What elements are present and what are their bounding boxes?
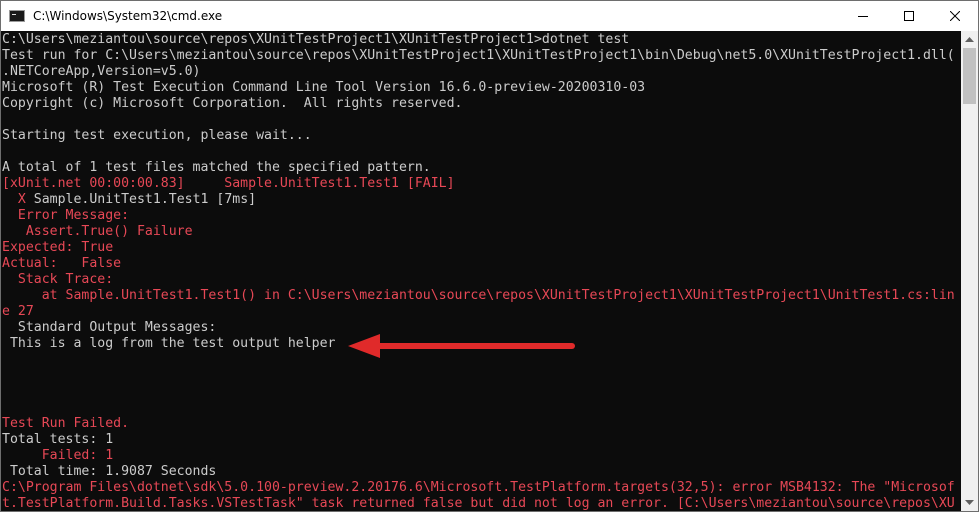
- console-line: Actual: False: [2, 256, 122, 271]
- console-line: [xUnit.net 00:00:00.83] Sample.UnitTest1…: [2, 176, 455, 191]
- console-line: Test run for C:\Users\meziantou\source\r…: [2, 48, 955, 63]
- console-line: e 27: [2, 304, 34, 319]
- vertical-scrollbar[interactable]: [961, 31, 978, 511]
- console-line: Copyright (c) Microsoft Corporation. All…: [2, 96, 463, 111]
- close-button[interactable]: [932, 1, 978, 31]
- close-icon: [950, 11, 960, 21]
- console-line: .NETCoreApp,Version=v5.0): [2, 64, 201, 79]
- red-arrow-annotation-icon: [348, 334, 575, 358]
- console-line: Expected: True: [2, 240, 114, 255]
- test-indent: [2, 192, 18, 207]
- console-line: Total tests: 1: [2, 432, 114, 447]
- console-line: C:\Program Files\dotnet\sdk\5.0.100-prev…: [2, 480, 955, 495]
- minimize-button[interactable]: [840, 1, 886, 31]
- maximize-button[interactable]: [886, 1, 932, 31]
- console-line: t.TestPlatform.Build.Tasks.VSTestTask" t…: [2, 496, 955, 511]
- console-line: Test Run Failed.: [2, 416, 130, 431]
- minimize-icon: [858, 16, 868, 17]
- console-output[interactable]: C:\Users\meziantou\source\repos\XUnitTes…: [1, 31, 963, 511]
- scroll-down-arrow-icon[interactable]: [961, 494, 978, 511]
- console-line: Error Message:: [2, 208, 130, 223]
- cmd-window: C:\Windows\System32\cmd.exe C:\Users\mez…: [0, 0, 979, 512]
- console-line: at Sample.UnitTest1.Test1() in C:\Users\…: [2, 288, 955, 303]
- scroll-up-arrow-icon[interactable]: [961, 31, 978, 48]
- console-app-icon: [9, 10, 25, 22]
- failed-test-name: Sample.UnitTest1.Test1 [7ms]: [25, 192, 257, 207]
- fail-x-marker: X: [17, 192, 26, 207]
- console-line: Assert.True() Failure: [2, 224, 193, 239]
- window-title: C:\Windows\System32\cmd.exe: [33, 9, 223, 23]
- console-line: Stack Trace:: [2, 272, 114, 287]
- console-line: X Sample.UnitTest1.Test1 [7ms]: [2, 192, 963, 208]
- console-line: Failed: 1: [2, 448, 114, 463]
- console-line: Microsoft (R) Test Execution Command Lin…: [2, 80, 646, 95]
- window-controls: [840, 1, 978, 31]
- console-line: Starting test execution, please wait...: [2, 128, 312, 143]
- console-line: Total time: 1.9087 Seconds: [2, 464, 217, 479]
- console-line: C:\Users\meziantou\source\repos\XUnitTes…: [2, 32, 630, 47]
- console-line: A total of 1 test files matched the spec…: [2, 160, 431, 175]
- title-bar[interactable]: C:\Windows\System32\cmd.exe: [1, 1, 978, 31]
- scrollbar-thumb[interactable]: [963, 48, 976, 104]
- maximize-icon: [904, 11, 914, 21]
